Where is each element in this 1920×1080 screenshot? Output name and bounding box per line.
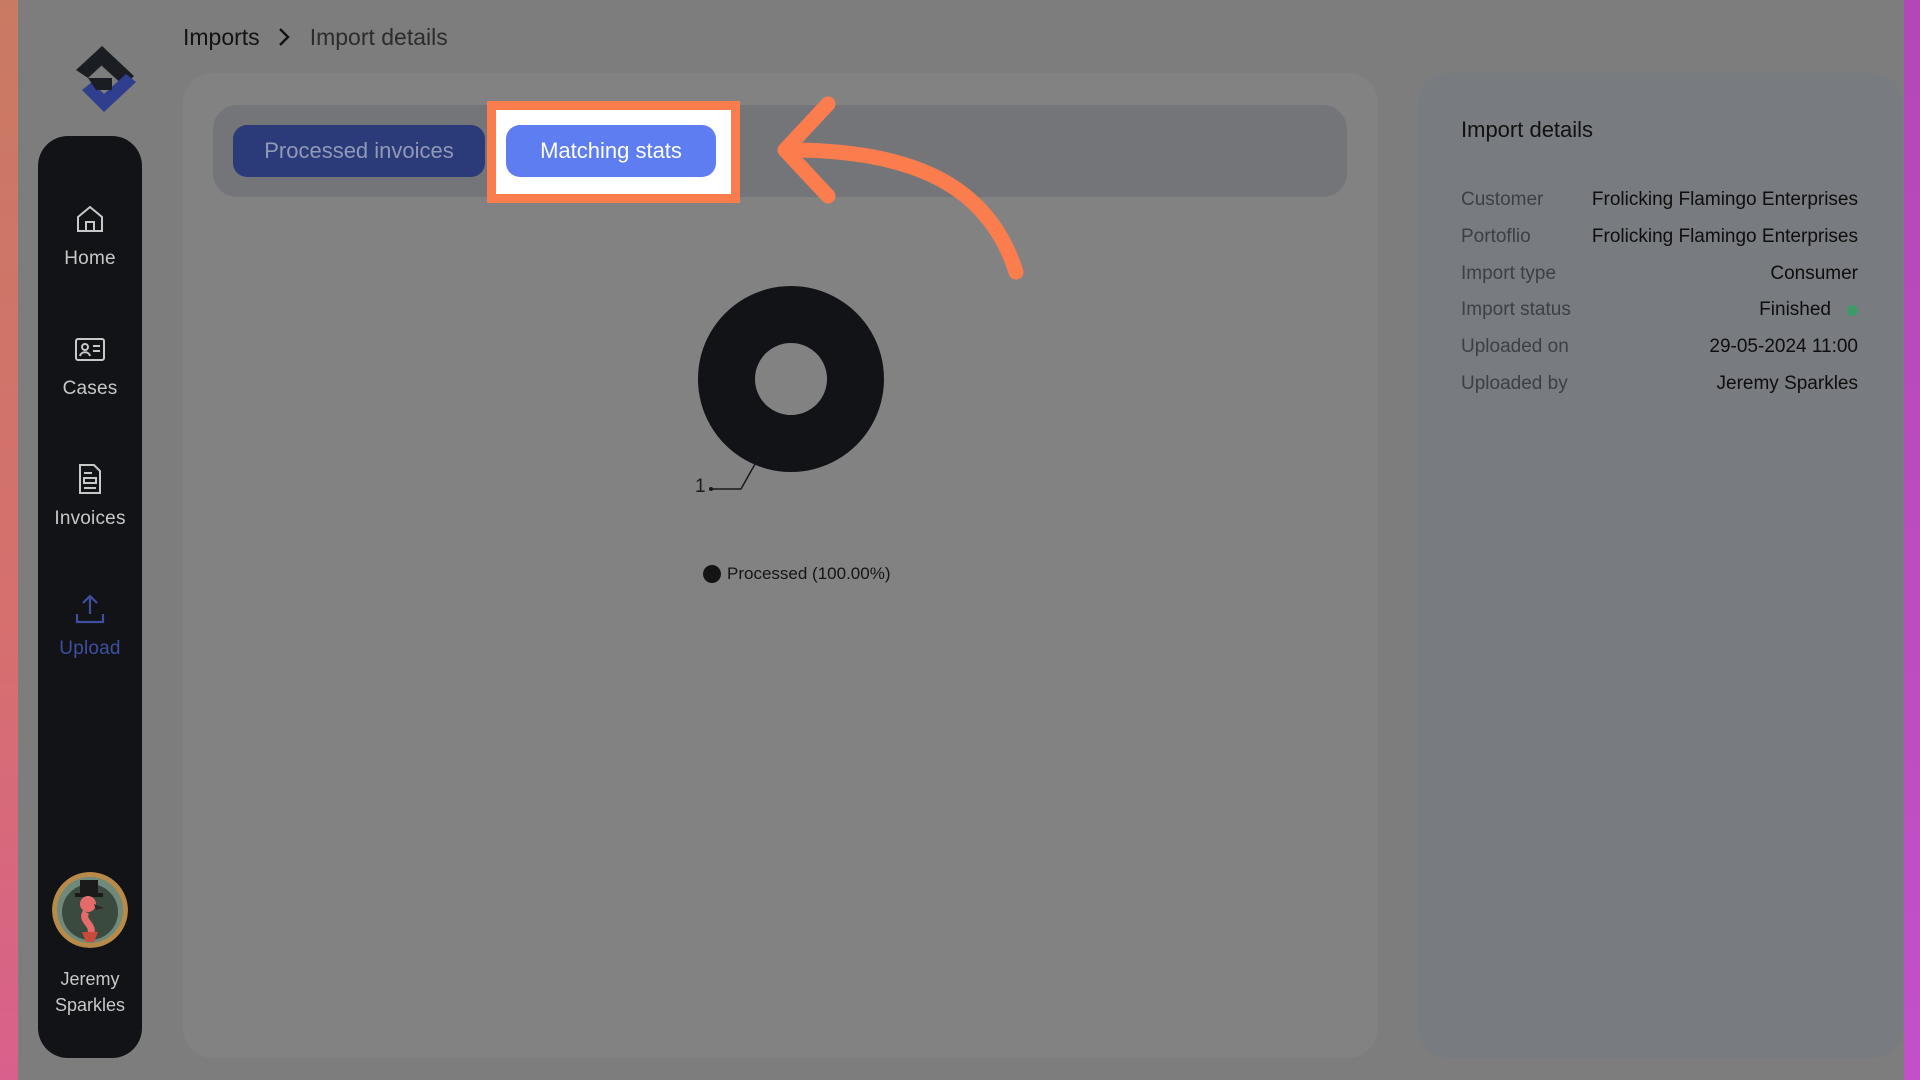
detail-row-import-type: Import type Consumer <box>1461 259 1858 289</box>
sidebar-item-cases[interactable]: Cases <box>38 322 142 432</box>
detail-row-import-status: Import status Finished <box>1461 295 1858 325</box>
upload-icon <box>75 594 105 624</box>
sidebar-item-label: Invoices <box>54 508 126 529</box>
matching-stats-panel: Processed invoices Matching stats 1 Proc… <box>183 73 1378 1058</box>
detail-row-portfolio: Portoflio Frolicking Flamingo Enterprise… <box>1461 222 1858 252</box>
chart-legend[interactable]: Processed (100.00%) <box>703 562 890 586</box>
detail-row-uploaded-on: Uploaded on 29-05-2024 11:00 <box>1461 332 1858 362</box>
detail-label: Uploaded by <box>1461 373 1568 394</box>
donut-slice-processed[interactable] <box>697 286 884 473</box>
sidebar-item-invoices[interactable]: Invoices <box>38 452 142 562</box>
sidebar-item-label: Home <box>64 248 116 269</box>
user-name: Jeremy Sparkles <box>38 966 142 1018</box>
status-indicator-dot <box>1847 304 1858 316</box>
import-details-panel: Import details Customer Frolicking Flami… <box>1418 73 1903 1058</box>
breadcrumb-current: Import details <box>309 23 448 50</box>
detail-label: Portoflio <box>1461 226 1531 247</box>
left-gradient-edge <box>0 0 18 1080</box>
detail-value: Consumer <box>1770 263 1858 284</box>
sidebar-item-label: Cases <box>62 378 118 399</box>
detail-row-uploaded-by: Uploaded by Jeremy Sparkles <box>1461 369 1858 399</box>
detail-label: Import status <box>1461 299 1571 320</box>
sidebar-item-label: Upload <box>59 638 121 659</box>
detail-value: Jeremy Sparkles <box>1716 373 1859 394</box>
detail-value: Frolicking Flamingo Enterprises <box>1591 189 1858 210</box>
avatar[interactable] <box>52 872 128 948</box>
breadcrumb: Imports Import details <box>183 20 448 54</box>
id-card-icon <box>75 338 105 361</box>
flamingo-avatar-icon <box>52 872 128 948</box>
sidebar-item-upload[interactable]: Upload <box>38 582 142 692</box>
app-screen: Home Cases Invoices Upload Jeremy Sparkl… <box>18 0 1904 1080</box>
breadcrumb-imports-link[interactable]: Imports <box>183 24 260 51</box>
sidebar-item-home[interactable]: Home <box>38 192 142 302</box>
detail-label: Import type <box>1461 263 1557 284</box>
right-gradient-edge <box>1904 0 1920 1080</box>
detail-status-value: Finished <box>1759 299 1858 321</box>
detail-value: Frolicking Flamingo Enterprises <box>1591 226 1858 247</box>
detail-value: 29-05-2024 11:00 <box>1709 336 1858 357</box>
legend-label: Processed (100.00%) <box>727 564 891 583</box>
detail-row-customer: Customer Frolicking Flamingo Enterprises <box>1461 185 1858 215</box>
detail-label: Uploaded on <box>1461 336 1569 357</box>
app-logo-icon[interactable] <box>66 40 146 118</box>
sidebar: Home Cases Invoices Upload Jeremy Sparkl… <box>38 136 142 1058</box>
donut-data-label: 1 <box>695 476 706 497</box>
home-icon <box>77 205 103 232</box>
document-icon <box>79 464 101 494</box>
user-last-name: Sparkles <box>54 995 126 1015</box>
details-title: Import details <box>1461 117 1594 142</box>
data-label-leader-dot <box>709 487 713 491</box>
detail-label: Customer <box>1461 189 1544 210</box>
status-text: Finished <box>1759 299 1831 320</box>
legend-dot <box>703 565 721 583</box>
user-first-name: Jeremy <box>60 969 120 989</box>
chevron-right-icon <box>278 28 290 46</box>
